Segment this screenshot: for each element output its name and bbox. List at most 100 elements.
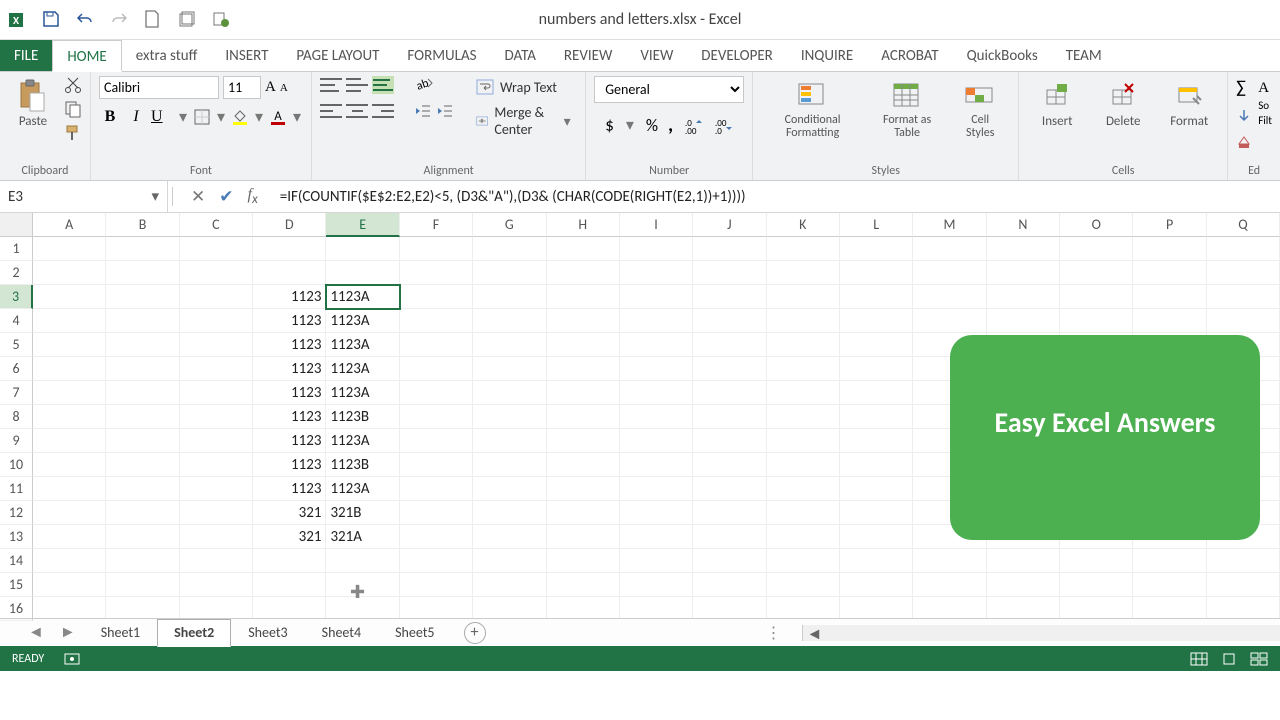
cell[interactable] <box>106 333 179 357</box>
cell[interactable] <box>840 405 913 429</box>
cell[interactable] <box>1207 597 1280 618</box>
cell[interactable]: 321B <box>326 501 399 525</box>
row-header[interactable]: 14 <box>0 549 33 573</box>
cell[interactable] <box>840 285 913 309</box>
cell[interactable] <box>33 549 106 573</box>
cell[interactable] <box>180 525 253 549</box>
cell[interactable] <box>620 381 693 405</box>
cell[interactable] <box>400 501 473 525</box>
cell[interactable] <box>693 597 766 618</box>
cell[interactable] <box>106 477 179 501</box>
cell[interactable]: 1123A <box>326 381 399 405</box>
cell[interactable]: 1123A <box>326 429 399 453</box>
sheet-nav-prev-icon[interactable]: ◄ <box>20 623 52 642</box>
cell[interactable] <box>840 477 913 501</box>
fx-icon[interactable]: fx <box>248 186 258 207</box>
cell[interactable] <box>400 525 473 549</box>
cell[interactable] <box>547 405 620 429</box>
cell[interactable] <box>1207 261 1280 285</box>
cell[interactable] <box>693 333 766 357</box>
cell[interactable] <box>33 429 106 453</box>
paste-button[interactable]: Paste <box>8 76 58 133</box>
row-header[interactable]: 10 <box>0 453 33 477</box>
col-header-K[interactable]: K <box>767 213 840 237</box>
cell[interactable]: 1123A <box>326 333 399 357</box>
row-header[interactable]: 9 <box>0 429 33 453</box>
tab-developer[interactable]: DEVELOPER <box>687 40 787 71</box>
cell[interactable] <box>620 525 693 549</box>
conditional-formatting-button[interactable]: Conditional Formatting <box>761 76 864 144</box>
cell[interactable] <box>987 597 1060 618</box>
cell[interactable] <box>106 405 179 429</box>
cell[interactable] <box>840 333 913 357</box>
cell[interactable]: 1123A <box>326 357 399 381</box>
col-header-L[interactable]: L <box>840 213 913 237</box>
cell[interactable] <box>473 261 546 285</box>
cell[interactable] <box>473 549 546 573</box>
cell[interactable] <box>400 309 473 333</box>
tab-inquire[interactable]: INQUIRE <box>787 40 867 71</box>
cell[interactable] <box>767 357 840 381</box>
cell[interactable] <box>1060 261 1133 285</box>
cell[interactable] <box>473 453 546 477</box>
cell[interactable] <box>1133 261 1206 285</box>
shrink-font-icon[interactable]: A <box>280 82 288 94</box>
cell[interactable] <box>180 237 253 261</box>
cell[interactable] <box>840 573 913 597</box>
sort-icon[interactable]: So <box>1258 99 1272 112</box>
name-box[interactable]: E3 ▾ <box>0 181 168 212</box>
tab-insert[interactable]: INSERT <box>211 40 282 71</box>
cell[interactable] <box>1060 597 1133 618</box>
cell[interactable] <box>180 597 253 618</box>
clear-icon[interactable] <box>1236 134 1252 150</box>
cell[interactable] <box>1060 237 1133 261</box>
align-top-icon[interactable] <box>320 76 342 94</box>
cell[interactable] <box>33 237 106 261</box>
sheet-nav-next-icon[interactable]: ► <box>52 623 84 642</box>
cell[interactable] <box>33 453 106 477</box>
cell[interactable] <box>400 597 473 618</box>
row-header[interactable]: 1 <box>0 237 33 261</box>
cell[interactable] <box>253 573 326 597</box>
cut-icon[interactable] <box>64 76 82 94</box>
sheet-tab[interactable]: Sheet4 <box>305 619 378 647</box>
tab-home[interactable]: HOME <box>52 40 121 72</box>
cell[interactable] <box>180 285 253 309</box>
cell[interactable] <box>620 453 693 477</box>
cell[interactable] <box>620 477 693 501</box>
cell[interactable] <box>180 501 253 525</box>
cell[interactable] <box>473 525 546 549</box>
underline-button[interactable]: U <box>151 108 173 126</box>
row-header[interactable]: 8 <box>0 405 33 429</box>
cell[interactable] <box>913 309 986 333</box>
insert-cells-button[interactable]: Insert <box>1027 76 1087 133</box>
cell[interactable] <box>1060 573 1133 597</box>
cell[interactable] <box>473 309 546 333</box>
row-header[interactable]: 16 <box>0 597 33 621</box>
align-left-icon[interactable] <box>320 102 342 120</box>
cell[interactable] <box>840 309 913 333</box>
row-header[interactable]: 5 <box>0 333 33 357</box>
cell[interactable] <box>913 549 986 573</box>
col-header-I[interactable]: I <box>620 213 693 237</box>
cell[interactable] <box>620 501 693 525</box>
tab-acrobat[interactable]: ACROBAT <box>867 40 952 71</box>
cell[interactable]: 1123 <box>253 333 326 357</box>
cell[interactable] <box>326 261 399 285</box>
row-header[interactable]: 4 <box>0 309 33 333</box>
cell[interactable] <box>840 525 913 549</box>
cell[interactable] <box>620 237 693 261</box>
cell[interactable] <box>180 381 253 405</box>
filter-icon[interactable]: Filt <box>1258 114 1272 127</box>
sheet-tab[interactable]: Sheet5 <box>378 619 451 647</box>
cell[interactable] <box>767 549 840 573</box>
cell[interactable] <box>473 285 546 309</box>
normal-view-icon[interactable] <box>1190 652 1208 666</box>
cell[interactable] <box>106 357 179 381</box>
cell-styles-button[interactable]: Cell Styles <box>950 76 1010 144</box>
cell[interactable] <box>840 597 913 618</box>
col-header-B[interactable]: B <box>106 213 179 237</box>
cell[interactable] <box>547 381 620 405</box>
cell[interactable] <box>33 357 106 381</box>
cell[interactable] <box>767 597 840 618</box>
